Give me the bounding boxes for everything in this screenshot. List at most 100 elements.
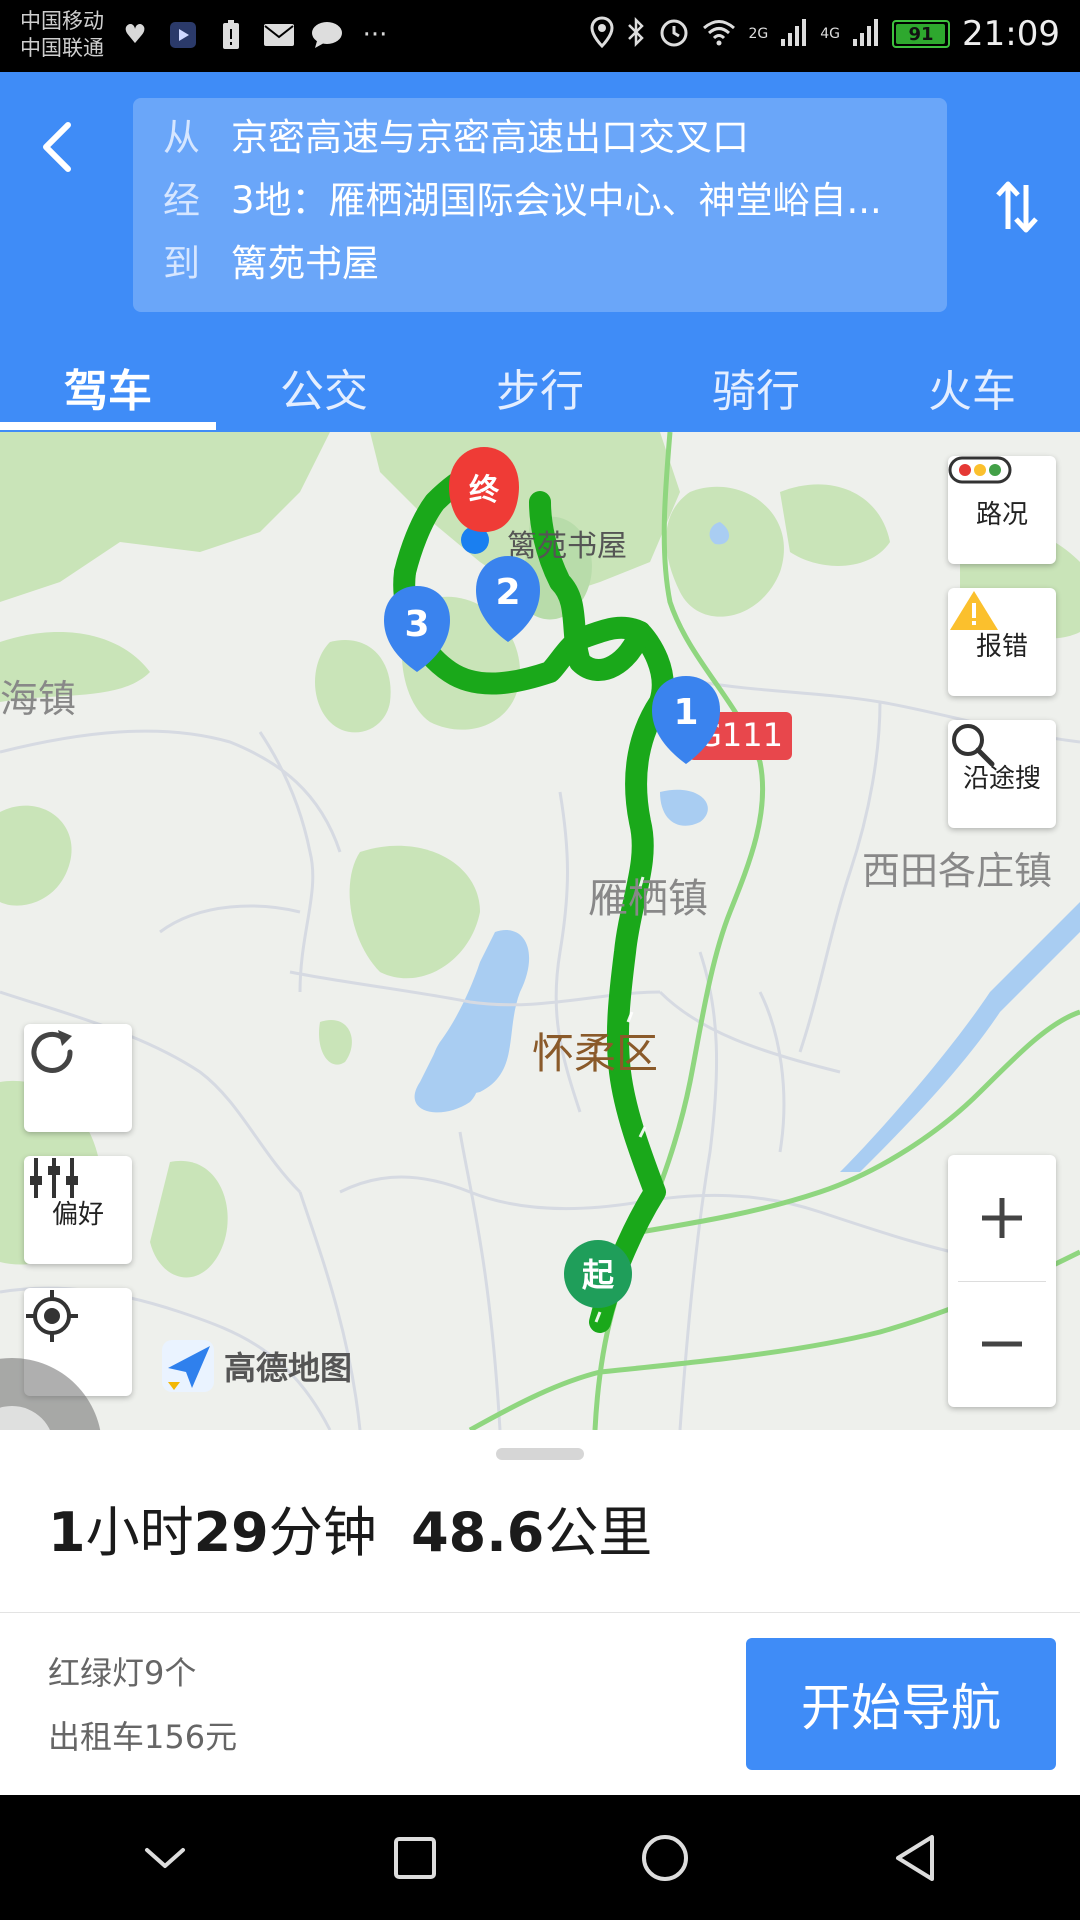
map-label-town2: 西田各庄镇	[862, 849, 1052, 893]
traffic-button[interactable]: 路况	[948, 456, 1056, 564]
tab-walk[interactable]: 步行	[432, 342, 648, 432]
via-value: 3地：雁栖湖国际会议中心、神堂峪自...	[231, 179, 882, 222]
route-map[interactable]: G111 海镇 西田各庄镇 雁栖镇 怀柔区 篱苑书屋 终 2 3 1 起 路况 …	[0, 432, 1080, 1430]
route-box[interactable]: 从 京密高速与京密高速出口交叉口 经 3地：雁栖湖国际会议中心、神堂峪自... …	[133, 98, 947, 312]
amap-logo-icon	[162, 1340, 214, 1392]
amap-logo: 高德地图	[160, 1338, 352, 1394]
end-marker-label: 终	[469, 473, 500, 508]
system-nav-bar	[0, 1795, 1080, 1920]
alert-battery-icon	[214, 18, 248, 52]
report-error-button[interactable]: 报错	[948, 588, 1056, 696]
map-label-destination: 篱苑书屋	[507, 529, 627, 564]
notification-icons: ♥ ···	[118, 18, 392, 52]
distance-value: 48.6	[411, 1501, 545, 1564]
nav-recents-button[interactable]	[370, 1813, 460, 1903]
warning-icon	[950, 591, 998, 630]
more-icon: ···	[362, 20, 388, 50]
video-icon	[166, 18, 200, 52]
to-label: 到	[163, 242, 200, 285]
route-header: 从 京密高速与京密高速出口交叉口 经 3地：雁栖湖国际会议中心、神堂峪自... …	[0, 72, 1080, 432]
nav-collapse-button[interactable]	[120, 1813, 210, 1903]
to-value: 篱苑书屋	[231, 242, 379, 285]
triangle-back-icon	[896, 1834, 934, 1881]
map-canvas: G111 海镇 西田各庄镇 雁栖镇 怀柔区 篱苑书屋 终 2 3 1 起	[0, 432, 1080, 1430]
from-label: 从	[163, 116, 200, 159]
battery-indicator: 91	[892, 20, 951, 48]
start-marker[interactable]: 起	[564, 1240, 632, 1308]
wifi-icon	[702, 18, 736, 50]
map-label-town3: 雁栖镇	[588, 876, 708, 922]
swap-route-button[interactable]	[990, 172, 1044, 242]
zoom-divider	[958, 1281, 1046, 1282]
waypoint-2-label: 2	[495, 572, 520, 613]
bluetooth-icon	[626, 16, 646, 52]
swap-icon	[996, 181, 1038, 233]
preference-button[interactable]: 偏好	[24, 1156, 132, 1264]
start-marker-label: 起	[582, 1256, 615, 1294]
network-type-1: 2G	[748, 26, 769, 42]
tab-drive[interactable]: 驾车	[0, 342, 216, 432]
battery-level: 91	[908, 23, 934, 45]
health-icon: ♥	[123, 20, 147, 50]
tab-bus[interactable]: 公交	[216, 342, 432, 432]
taxi-fare-info: 出租车156元	[48, 1718, 238, 1756]
traffic-lights-info: 红绿灯9个	[48, 1654, 197, 1692]
tab-bike[interactable]: 骑行	[648, 342, 864, 432]
map-label-town1: 海镇	[0, 677, 76, 721]
route-summary-panel: 1小时29分钟 48.6公里 红绿灯9个 出租车156元 开始导航	[0, 1430, 1080, 1795]
zoom-controls	[948, 1155, 1056, 1407]
minute-unit: 分钟	[268, 1501, 377, 1564]
signal-icon-2	[852, 17, 880, 51]
sliders-icon	[30, 1158, 78, 1198]
transport-tabs: 驾车 公交 步行 骑行 火车	[0, 342, 1080, 432]
traffic-button-label: 路况	[975, 499, 1028, 530]
zoom-out-button[interactable]	[948, 1281, 1056, 1407]
route-via-row[interactable]: 经 3地：雁栖湖国际会议中心、神堂峪自...	[163, 169, 882, 225]
square-icon	[394, 1836, 436, 1879]
refresh-button[interactable]	[24, 1024, 132, 1132]
network-type-2: 4G	[820, 26, 841, 42]
drag-handle[interactable]	[496, 1448, 584, 1460]
search-icon	[952, 724, 995, 767]
duration-minutes: 29	[193, 1501, 269, 1564]
alarm-icon	[658, 16, 690, 52]
system-icons: 2G 4G 91 21:09	[590, 14, 1060, 54]
chevron-left-icon	[43, 122, 71, 172]
chat-icon	[310, 18, 344, 52]
carrier-info: 中国移动 中国联通	[20, 8, 104, 62]
waypoint-1-label: 1	[673, 692, 698, 733]
nav-home-button[interactable]	[620, 1813, 710, 1903]
hour-unit: 小时	[85, 1501, 194, 1564]
clock: 21:09	[962, 14, 1060, 54]
search-along-button[interactable]: 沿途搜	[948, 720, 1056, 828]
route-from-row[interactable]: 从 京密高速与京密高速出口交叉口	[163, 106, 749, 162]
back-button[interactable]	[28, 112, 88, 182]
zoom-in-button[interactable]	[948, 1155, 1056, 1281]
start-navigation-button[interactable]: 开始导航	[746, 1638, 1056, 1770]
amap-logo-text: 高德地图	[224, 1349, 353, 1387]
crosshair-icon	[26, 1290, 78, 1342]
signal-icon-1	[780, 17, 808, 51]
tab-train[interactable]: 火车	[864, 342, 1080, 432]
plus-icon	[982, 1198, 1022, 1238]
mail-icon	[262, 18, 296, 52]
refresh-icon	[31, 1030, 73, 1073]
nav-back-button[interactable]	[870, 1813, 960, 1903]
chevron-down-icon	[145, 1847, 185, 1868]
circle-icon	[642, 1834, 688, 1881]
from-value: 京密高速与京密高速出口交叉口	[231, 116, 749, 159]
via-label: 经	[163, 179, 200, 222]
route-summary: 1小时29分钟 48.6公里	[48, 1488, 652, 1567]
status-bar: 中国移动 中国联通 ♥ ··· 2G 4G 91 21:09	[0, 0, 1080, 72]
location-icon	[590, 16, 614, 52]
waypoint-3-label: 3	[404, 604, 429, 645]
map-label-district: 怀柔区	[532, 1029, 658, 1078]
traffic-light-icon	[948, 456, 1012, 484]
panel-divider	[0, 1612, 1080, 1613]
carrier-2: 中国联通	[20, 36, 104, 60]
minus-icon	[982, 1341, 1022, 1347]
duration-hours: 1	[48, 1501, 86, 1564]
route-to-row[interactable]: 到 篱苑书屋	[163, 232, 379, 288]
distance-unit: 公里	[544, 1501, 653, 1564]
carrier-1: 中国移动	[20, 9, 104, 33]
